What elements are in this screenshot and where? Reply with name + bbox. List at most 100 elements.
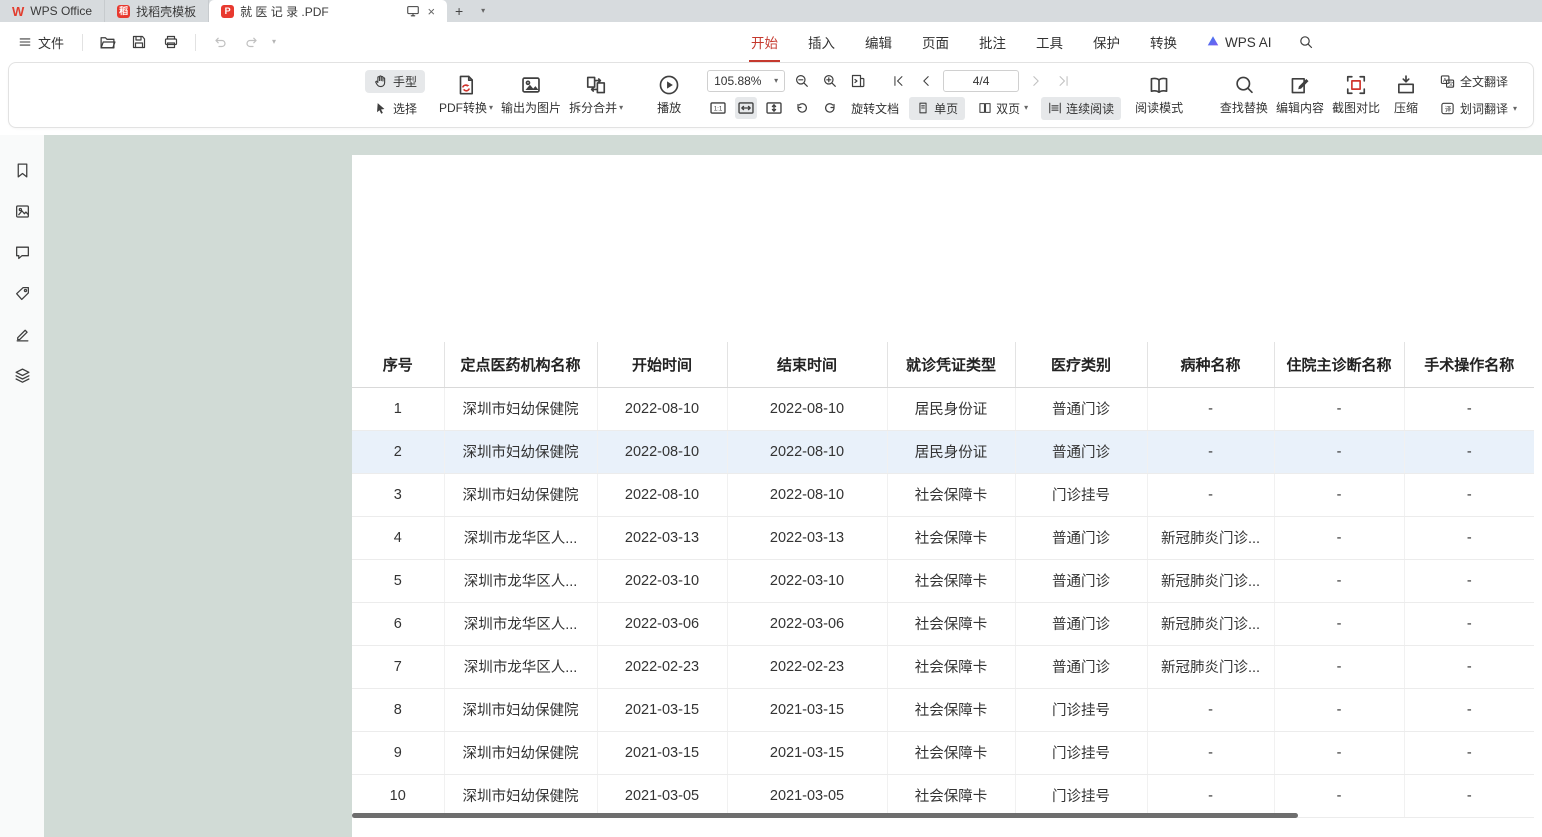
full-translate-button[interactable]: A文 全文翻译	[1432, 70, 1525, 93]
tab-docer-templates[interactable]: 稻 找稻壳模板	[105, 0, 209, 22]
table-cell: 深圳市龙华区人...	[444, 516, 597, 559]
select-tool-button[interactable]: 选择	[365, 97, 425, 120]
next-page-button[interactable]	[1025, 70, 1047, 92]
single-page-label: 单页	[934, 100, 958, 117]
tags-panel-button[interactable]	[9, 280, 35, 306]
comment-panel-button[interactable]	[9, 239, 35, 265]
column-header: 就诊凭证类型	[887, 342, 1015, 387]
svg-text:译: 译	[1445, 105, 1452, 113]
table-cell: 2022-03-10	[727, 559, 887, 602]
redo-icon[interactable]	[240, 30, 264, 54]
table-cell: 3	[352, 473, 444, 516]
split-merge-label: 拆分合并	[569, 99, 617, 116]
tab-list-button[interactable]: ▾	[471, 0, 495, 22]
rotate-left-button[interactable]	[791, 97, 813, 119]
ribbon-tab-批注[interactable]: 批注	[964, 22, 1021, 62]
print-button[interactable]	[159, 30, 183, 54]
thumbnail-panel-button[interactable]	[9, 198, 35, 224]
ribbon-tabs: 开始插入编辑页面批注工具保护转换	[736, 22, 1192, 62]
hand-tool-button[interactable]: 手型	[365, 70, 425, 93]
table-cell: 门诊挂号	[1015, 473, 1147, 516]
table-cell: 深圳市妇幼保健院	[444, 473, 597, 516]
split-merge-button[interactable]: 拆分合并▾	[565, 66, 627, 124]
fit-width-button[interactable]	[735, 97, 757, 119]
zoom-select[interactable]: 105.88% ▾	[707, 70, 785, 92]
ribbon-tab-转换[interactable]: 转换	[1135, 22, 1192, 62]
pdf-convert-button[interactable]: PDF转换▾	[435, 66, 497, 124]
open-file-button[interactable]	[95, 30, 119, 54]
tab-wps-office[interactable]: W WPS Office	[0, 0, 105, 22]
play-button[interactable]: 播放	[641, 66, 697, 124]
layers-panel-button[interactable]	[9, 362, 35, 388]
page-indicator-input[interactable]: 4/4	[943, 70, 1019, 92]
rotate-doc-button[interactable]: 旋转文档	[847, 97, 903, 120]
table-cell: 社会保障卡	[887, 731, 1015, 774]
table-cell: -	[1274, 559, 1404, 602]
table-cell: 普通门诊	[1015, 430, 1147, 473]
export-image-icon	[520, 74, 542, 96]
ribbon-tab-页面[interactable]: 页面	[907, 22, 964, 62]
column-header: 病种名称	[1147, 342, 1274, 387]
table-cell: 2022-03-10	[597, 559, 727, 602]
table-cell: 普通门诊	[1015, 387, 1147, 430]
table-cell: 普通门诊	[1015, 602, 1147, 645]
double-page-button[interactable]: 双页 ▾	[971, 97, 1035, 120]
column-header: 序号	[352, 342, 444, 387]
horizontal-scrollbar[interactable]	[352, 813, 1298, 818]
prev-page-button[interactable]	[915, 70, 937, 92]
table-cell: 8	[352, 688, 444, 731]
ribbon-tab-开始[interactable]: 开始	[736, 22, 793, 62]
signature-panel-button[interactable]	[9, 321, 35, 347]
tab-document[interactable]: P 就 医 记 录 .PDF ×	[209, 0, 447, 22]
word-translate-button[interactable]: 译 划词翻译 ▾	[1432, 97, 1525, 120]
close-tab-icon[interactable]: ×	[428, 4, 436, 19]
table-cell: 新冠肺炎门诊...	[1147, 645, 1274, 688]
actual-size-button[interactable]: 1:1	[707, 97, 729, 119]
page-thumbnail-icon[interactable]	[847, 70, 869, 92]
present-screen-icon[interactable]	[406, 4, 420, 18]
compress-button[interactable]: 压缩	[1384, 66, 1428, 124]
ribbon-search-icon[interactable]	[1294, 30, 1318, 54]
chevron-down-icon: ▾	[774, 77, 778, 85]
hand-icon	[373, 74, 388, 89]
zoom-out-button[interactable]	[791, 70, 813, 92]
single-page-button[interactable]: 单页	[909, 97, 965, 120]
bookmark-panel-button[interactable]	[9, 157, 35, 183]
table-cell: 2022-08-10	[597, 473, 727, 516]
find-replace-button[interactable]: 查找替换	[1216, 66, 1272, 124]
continuous-read-button[interactable]: 连续阅读	[1041, 97, 1121, 120]
document-canvas[interactable]: 序号定点医药机构名称开始时间结束时间就诊凭证类型医疗类别病种名称住院主诊断名称手…	[44, 135, 1542, 837]
edit-content-button[interactable]: 编辑内容	[1272, 66, 1328, 124]
window-tabbar: W WPS Office 稻 找稻壳模板 P 就 医 记 录 .PDF × + …	[0, 0, 1542, 22]
shot-compare-button[interactable]: 截图对比	[1328, 66, 1384, 124]
rotate-right-button[interactable]	[819, 97, 841, 119]
first-page-button[interactable]	[887, 70, 909, 92]
read-mode-button[interactable]: 阅读模式	[1131, 66, 1187, 124]
select-tool-label: 选择	[393, 100, 417, 117]
table-cell: -	[1147, 430, 1274, 473]
full-translate-label: 全文翻译	[1460, 73, 1508, 90]
table-cell: 9	[352, 731, 444, 774]
ribbon-tab-插入[interactable]: 插入	[793, 22, 850, 62]
zoom-in-button[interactable]	[819, 70, 841, 92]
fit-page-button[interactable]	[763, 97, 785, 119]
ribbon-tab-工具[interactable]: 工具	[1021, 22, 1078, 62]
record-table: 序号定点医药机构名称开始时间结束时间就诊凭证类型医疗类别病种名称住院主诊断名称手…	[352, 342, 1534, 818]
new-tab-button[interactable]: +	[447, 0, 471, 22]
table-cell: 新冠肺炎门诊...	[1147, 516, 1274, 559]
ribbon-tab-编辑[interactable]: 编辑	[850, 22, 907, 62]
file-menu-button[interactable]: 文件	[12, 29, 70, 56]
undo-icon[interactable]	[208, 30, 232, 54]
undo-history-chevron-icon[interactable]: ▾	[272, 38, 276, 46]
table-cell: 2022-03-06	[727, 602, 887, 645]
ribbon-tab-保护[interactable]: 保护	[1078, 22, 1135, 62]
last-page-button[interactable]	[1053, 70, 1075, 92]
save-button[interactable]	[127, 30, 151, 54]
tab-wps-ai[interactable]: WPS AI	[1192, 22, 1286, 62]
menubar: 文件 ▾ 开始插入编辑页面批注工具保护转换	[0, 22, 1542, 62]
svg-text:文: 文	[1448, 80, 1454, 88]
table-cell: 新冠肺炎门诊...	[1147, 559, 1274, 602]
export-image-button[interactable]: 输出为图片	[497, 66, 565, 124]
table-cell: 深圳市妇幼保健院	[444, 731, 597, 774]
table-cell: -	[1274, 516, 1404, 559]
